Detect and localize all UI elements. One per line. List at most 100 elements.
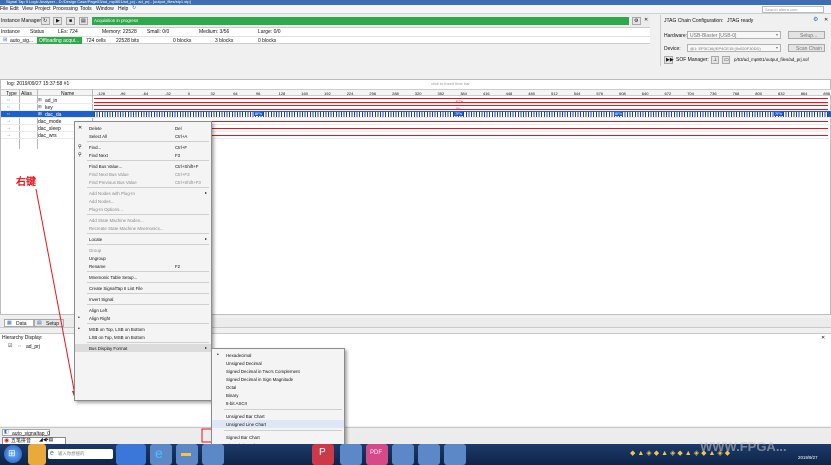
- context-menu-item[interactable]: Add State Machine Nodes...: [75, 216, 211, 224]
- format-option[interactable]: Signed Decimal in Two's Complement: [212, 367, 344, 375]
- menu-separator: [224, 430, 342, 431]
- menu-separator: [87, 271, 209, 272]
- menu-item-shortcut: Ctrl+F: [175, 144, 188, 150]
- menu-item-label: Find Previous Bus Value: [89, 179, 137, 185]
- context-menu-item[interactable]: Add Nodes...: [75, 197, 211, 205]
- format-option[interactable]: Unsigned Line Chart: [212, 420, 344, 428]
- context-menu-item[interactable]: Find Previous Bus Value Ctrl+Shift+F3: [75, 178, 211, 186]
- menu-item-label: Select All: [89, 133, 108, 139]
- format-option-label: 8-bit ASCII: [226, 400, 247, 406]
- format-option[interactable]: Signed Bar Chart: [212, 433, 344, 441]
- format-option[interactable]: Binary: [212, 391, 344, 399]
- context-menu-item[interactable]: Locate ▸: [75, 235, 211, 243]
- context-menu-item[interactable]: Select All Ctrl+A: [75, 132, 211, 140]
- menu-item-icon: ⚲: [78, 144, 82, 150]
- format-option-label: Signed Bar Chart: [226, 434, 260, 440]
- menu-separator: [87, 233, 209, 234]
- menu-item-icon: •: [78, 315, 80, 321]
- taskbar-app-5[interactable]: PDF: [366, 444, 388, 465]
- menu-item-label: Find...: [89, 144, 102, 150]
- taskbar-app-6[interactable]: [392, 444, 414, 465]
- context-menu-item[interactable]: Align Left: [75, 306, 211, 314]
- menu-item-shortcut: F2: [175, 263, 181, 269]
- menu-item-label: Group: [89, 247, 102, 253]
- menu-item-label: Delete: [89, 125, 102, 131]
- format-option-label: Unsigned Decimal: [226, 360, 262, 366]
- menu-item-label: Locate: [89, 236, 103, 242]
- context-menu-item[interactable]: • MSB on Top, LSB on Bottom: [75, 325, 211, 333]
- menu-item-label: Align Right: [89, 315, 111, 321]
- taskbar-app-quartus[interactable]: [202, 444, 224, 465]
- context-menu-item[interactable]: ✕ Delete Del: [75, 124, 211, 132]
- format-option-label: Hexadecimal: [226, 352, 252, 358]
- folder-icon: ▬: [181, 448, 191, 459]
- menu-item-shortcut: Ctrl+F3: [175, 171, 190, 177]
- context-menu-item[interactable]: Find Next Bus Value Ctrl+F3: [75, 170, 211, 178]
- format-option-label: Signed Decimal in Sign Magnitude: [226, 376, 294, 382]
- menu-item-shortcut: Del: [175, 125, 182, 131]
- context-menu-item[interactable]: Rename F2: [75, 262, 211, 270]
- menu-separator: [87, 244, 209, 245]
- menu-item-label: Bus Display Format: [89, 345, 128, 351]
- menu-separator: [87, 293, 209, 294]
- menu-item-label: MSB on Top, LSB on Bottom: [89, 326, 145, 332]
- menu-separator: [87, 282, 209, 283]
- format-option-label: Binary: [226, 392, 239, 398]
- taskbar-app-ie[interactable]: e: [150, 444, 172, 465]
- format-option[interactable]: 8-bit ASCII: [212, 399, 344, 407]
- format-option[interactable]: Signed Decimal in Sign Magnitude: [212, 375, 344, 383]
- submenu-arrow-icon: ▸: [204, 236, 207, 241]
- radio-bullet-icon: •: [217, 352, 219, 358]
- ie-icon: e: [155, 445, 163, 461]
- taskbar-app-7[interactable]: [418, 444, 440, 465]
- taskbar-search-input: 输入你想搜的: [58, 450, 85, 456]
- context-menu-item[interactable]: Add Nodes with Plug-In ▸: [75, 189, 211, 197]
- menu-item-shortcut: Ctrl+A: [175, 133, 188, 139]
- menu-separator: [87, 214, 209, 215]
- context-menu-item[interactable]: LSB on Top, MSB on Bottom: [75, 333, 211, 341]
- taskbar-app-4[interactable]: [340, 444, 362, 465]
- context-menu-item[interactable]: ⚲ Find Next F3: [75, 151, 211, 159]
- context-menu-item[interactable]: Mnemonic Table Setup...: [75, 273, 211, 281]
- context-menu-item[interactable]: Ungroup: [75, 254, 211, 262]
- context-menu-item[interactable]: Recreate State Machine Mnemonics...: [75, 224, 211, 232]
- menu-item-label: Invert Signal: [89, 296, 114, 302]
- taskbar-app-1[interactable]: [28, 444, 46, 465]
- taskbar-search[interactable]: e 输入你想搜的: [48, 449, 113, 459]
- context-menu-item[interactable]: Plug-In Options...: [75, 205, 211, 213]
- context-menu-item[interactable]: ⚲ Find... Ctrl+F: [75, 143, 211, 151]
- menu-item-icon: •: [78, 326, 80, 332]
- context-menu-item[interactable]: Invert Signal: [75, 295, 211, 303]
- format-option[interactable]: Unsigned Decimal: [212, 359, 344, 367]
- menu-item-label: Align Left: [89, 307, 108, 313]
- taskbar-app-folder[interactable]: ▬: [176, 444, 198, 465]
- format-option-label: Unsigned Line Chart: [226, 421, 267, 427]
- context-menu-item[interactable]: • Align Right: [75, 314, 211, 322]
- format-option[interactable]: Unsigned Bar Chart: [212, 412, 344, 420]
- browser-logo-icon: e: [50, 450, 54, 457]
- app-pdf-icon: PDF: [370, 450, 382, 456]
- menu-item-label: Add Nodes...: [89, 198, 115, 204]
- taskbar: ⊞ e 输入你想搜的 e ▬ P PDF ◆▲◈◆▲◈◆▲◈◆▲◈◆ WWW.F…: [0, 440, 831, 465]
- menu-item-label: Recreate State Machine Mnemonics...: [89, 225, 164, 231]
- taskbar-app-2[interactable]: [116, 444, 146, 465]
- menu-item-shortcut: Ctrl+Shift+F3: [175, 179, 201, 185]
- context-menu-item[interactable]: Create SignalTap II List File: [75, 284, 211, 292]
- menu-separator: [224, 409, 342, 410]
- menu-separator: [87, 141, 209, 142]
- context-menu-item[interactable]: Find Bus Value... Ctrl+Shift+F: [75, 162, 211, 170]
- context-menu-item[interactable]: Bus Display Format ▸: [75, 344, 211, 352]
- format-option[interactable]: • Hexadecimal: [212, 351, 344, 359]
- format-option[interactable]: Octal: [212, 383, 344, 391]
- menu-item-icon: ✕: [78, 125, 83, 131]
- menu-item-label: Create SignalTap II List File: [89, 285, 143, 291]
- context-menu[interactable]: ✕ Delete Del Select All Ctrl+A ⚲ Find... Ctrl+F…: [74, 121, 212, 401]
- menu-separator: [87, 323, 209, 324]
- menu-item-label: LSB on Top, MSB on Bottom: [89, 334, 145, 340]
- submenu-arrow-icon: ▸: [204, 190, 207, 195]
- context-menu-item[interactable]: Group: [75, 246, 211, 254]
- taskbar-app-8[interactable]: [444, 444, 466, 465]
- taskbar-app-3[interactable]: P: [312, 444, 334, 465]
- menu-separator: [87, 187, 209, 188]
- start-button[interactable]: ⊞: [4, 445, 22, 463]
